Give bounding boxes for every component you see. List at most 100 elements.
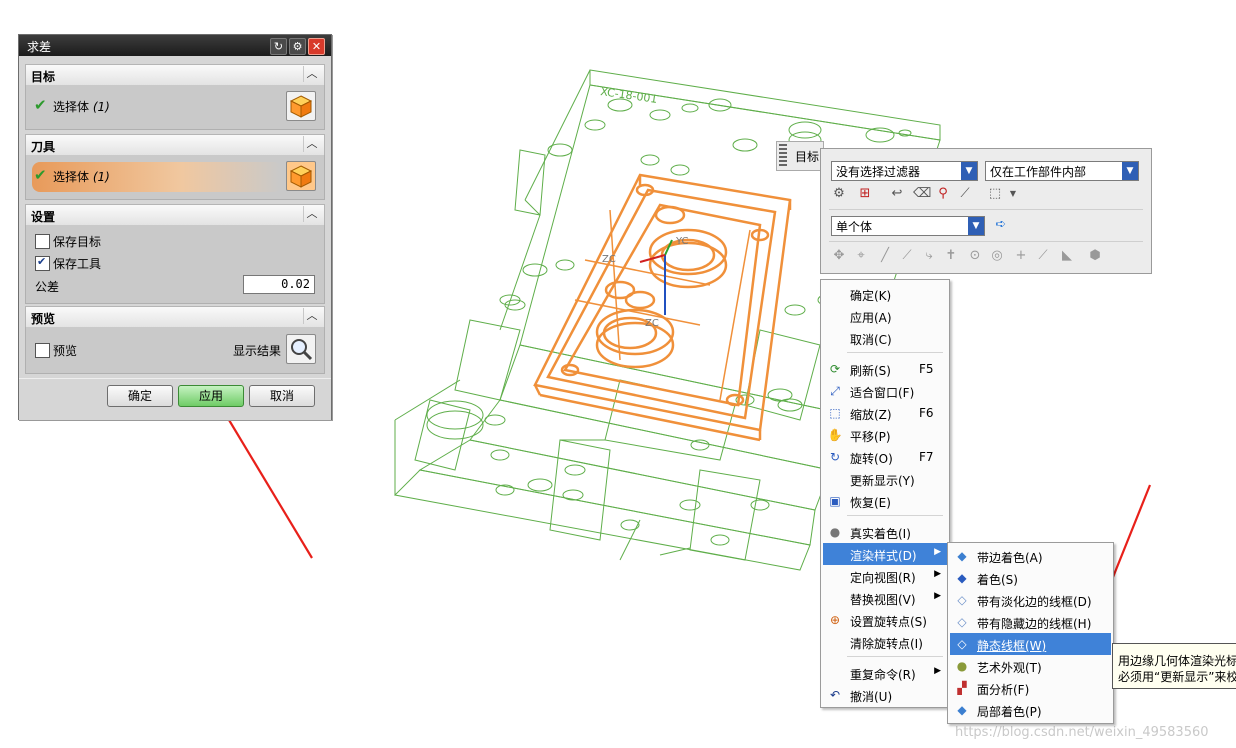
section-preview-header[interactable]: 预览 ︿ [25, 306, 325, 328]
intersection-icon[interactable]: ✝ [943, 248, 959, 264]
sphere-icon: ● [829, 525, 841, 539]
menu-item-render-style[interactable]: 渲染样式(D) ▶ [823, 543, 947, 565]
tool-select-body[interactable]: ✔ 选择体 (1) [34, 165, 274, 187]
menu-item-true-shading[interactable]: ● 真实着色(I) [823, 521, 947, 543]
wand-icon[interactable]: ⟋ [957, 186, 973, 202]
fit-icon: ⤢ [830, 384, 840, 398]
arrow-right-icon[interactable]: ➪ [993, 217, 1009, 233]
point-on-face-icon[interactable]: ◣ [1059, 248, 1075, 264]
select-mode-icon[interactable]: ⊞ [857, 186, 873, 202]
submenu-item-partial-shading[interactable]: ◆ 局部着色(P) [950, 699, 1111, 721]
undo-icon: ↶ [829, 688, 841, 702]
menu-item-cancel[interactable]: 取消(C) [823, 327, 947, 349]
menu-item-undo[interactable]: ↶ 撤消(U) [823, 684, 947, 706]
dialog-title: 求差 [27, 40, 52, 54]
select-body-button[interactable] [286, 91, 316, 121]
keep-tool-checkbox[interactable] [35, 255, 50, 271]
check-icon: ✔ [34, 166, 47, 184]
point-on-curve-icon[interactable]: ⟋ [1035, 248, 1051, 264]
select-tool-button[interactable] [286, 161, 316, 191]
target-select-body[interactable]: ✔ 选择体 (1) [34, 95, 274, 117]
chevron-down-icon[interactable]: ▼ [968, 217, 984, 235]
submenu-arrow-icon: ▶ [934, 547, 941, 557]
filter-select[interactable]: 没有选择过滤器 ▼ [831, 161, 978, 181]
tool-select-label: 选择体 [53, 170, 90, 184]
chevron-up-icon[interactable]: ︿ [303, 66, 320, 82]
reset-icon[interactable]: ↻ [270, 38, 287, 55]
show-result-button[interactable] [286, 334, 316, 364]
menu-item-rotate[interactable]: ↻ 旋转(O) F7 [823, 446, 947, 468]
control-point-icon[interactable]: ⤷ [921, 248, 937, 264]
ok-button[interactable]: 确定 [107, 385, 173, 407]
rotate-point-icon: ⊕ [829, 613, 841, 627]
menu-item-label: 带有隐藏边的线框(H) [977, 617, 1092, 631]
section-target-header[interactable]: 目标 ︿ [25, 64, 325, 86]
dialog-titlebar[interactable]: 求差 ↻ ⚙ ✕ [19, 35, 331, 56]
menu-item-set-rotate-point[interactable]: ⊕ 设置旋转点(S) [823, 609, 947, 631]
menu-item-ok[interactable]: 确定(K) [823, 283, 947, 305]
section-tool-header[interactable]: 刀具 ︿ [25, 134, 325, 156]
chevron-up-icon[interactable]: ︿ [303, 206, 320, 222]
submenu-item-shaded-edges[interactable]: ◆ 带边着色(A) [950, 545, 1111, 567]
chevron-down-icon[interactable]: ▼ [961, 162, 977, 180]
section-settings-header[interactable]: 设置 ︿ [25, 204, 325, 226]
menu-item-update-display[interactable]: 更新显示(Y) [823, 468, 947, 490]
menu-item-pan[interactable]: ✋ 平移(P) [823, 424, 947, 446]
snap-all-icon[interactable]: ✥ [831, 248, 847, 264]
restore-icon: ▣ [829, 494, 841, 508]
chevron-up-icon[interactable]: ︿ [303, 308, 320, 324]
menu-separator [847, 352, 943, 353]
end-point-icon[interactable]: ╱ [877, 248, 893, 264]
filter-reset-icon[interactable]: ⚙ [831, 186, 847, 202]
menu-item-refresh[interactable]: ⟳ 刷新(S) F5 [823, 358, 947, 380]
arc-center-icon[interactable]: ⊙ [967, 248, 983, 264]
bounded-grid-icon[interactable]: ⬢ [1087, 248, 1103, 264]
type-select[interactable]: 单个体 ▼ [831, 216, 985, 236]
scope-select[interactable]: 仅在工作部件内部 ▼ [985, 161, 1139, 181]
mid-point-icon[interactable]: ⟋ [899, 248, 915, 264]
menu-item-label: 旋转(O) [850, 452, 893, 466]
tool-body-highlight [533, 173, 792, 442]
feature-icon[interactable]: ⚲ [935, 186, 951, 202]
keep-target-checkbox[interactable] [35, 234, 50, 249]
snap-enable-icon[interactable]: ⌖ [853, 248, 869, 264]
submenu-item-studio[interactable]: ● 艺术外观(T) [950, 655, 1111, 677]
submenu-item-static-wireframe[interactable]: ◇ 静态线框(W) [950, 633, 1111, 655]
chevron-up-icon[interactable]: ︿ [303, 136, 320, 152]
menu-item-apply[interactable]: 应用(A) [823, 305, 947, 327]
menu-item-restore[interactable]: ▣ 恢复(E) [823, 490, 947, 512]
menu-item-replace-view[interactable]: 替换视图(V) ▶ [823, 587, 947, 609]
menu-item-orient-view[interactable]: 定向视图(R) ▶ [823, 565, 947, 587]
menu-item-label: 缩放(Z) [850, 408, 892, 422]
magnifier-icon [291, 339, 313, 361]
preview-checkbox[interactable] [35, 343, 50, 358]
submenu-item-shaded[interactable]: ◆ 着色(S) [950, 567, 1111, 589]
menu-item-label: 替换视图(V) [850, 593, 916, 607]
menu-item-repeat[interactable]: 重复命令(R) ▶ [823, 662, 947, 684]
menu-item-label: 带边着色(A) [977, 551, 1043, 565]
eraser-icon[interactable]: ⌫ [913, 186, 931, 202]
sphere-icon: ● [956, 659, 968, 673]
menu-item-fit[interactable]: ⤢ 适合窗口(F) [823, 380, 947, 402]
tolerance-input[interactable]: 0.02 [243, 275, 315, 294]
apply-button[interactable]: 应用 [178, 385, 244, 407]
cancel-button[interactable]: 取消 [249, 385, 315, 407]
submenu-arrow-icon: ▶ [934, 569, 941, 579]
menu-item-zoom[interactable]: ⬚ 缩放(Z) F6 [823, 402, 947, 424]
show-result-label: 显示结果 [233, 344, 282, 358]
existing-point-icon[interactable]: + [1013, 248, 1029, 264]
menu-item-clear-rotate-point[interactable]: 清除旋转点(I) [823, 631, 947, 653]
submenu-item-face-analysis[interactable]: ▞ 面分析(F) [950, 677, 1111, 699]
submenu-item-dimmed-wireframe[interactable]: ◇ 带有淡化边的线框(D) [950, 589, 1111, 611]
chevron-down-icon[interactable]: ▼ [1005, 186, 1021, 202]
rect-select-icon[interactable]: ⬚ [987, 186, 1003, 202]
close-icon[interactable]: ✕ [308, 38, 325, 55]
quadrant-icon[interactable]: ◎ [989, 248, 1005, 264]
menu-item-label: 应用(A) [850, 311, 892, 325]
toolbar-divider [829, 209, 1143, 210]
undo-select-icon[interactable]: ↩ [889, 186, 905, 202]
menu-item-label: 更新显示(Y) [850, 474, 915, 488]
submenu-item-hidden-wireframe[interactable]: ◇ 带有隐藏边的线框(H) [950, 611, 1111, 633]
chevron-down-icon[interactable]: ▼ [1122, 162, 1138, 180]
gear-icon[interactable]: ⚙ [289, 38, 306, 55]
